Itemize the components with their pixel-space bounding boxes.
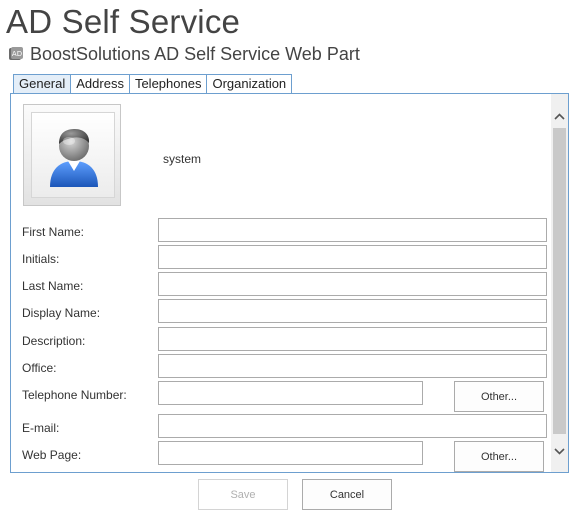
first-name-label: First Name: (22, 225, 85, 239)
general-panel: system First Name: Initials: Last Name: … (10, 93, 569, 473)
cancel-button[interactable]: Cancel (302, 479, 392, 510)
app-title: AD Self Service (6, 3, 241, 40)
last-name-field[interactable] (158, 272, 547, 296)
web-page-other-button[interactable]: Other... (454, 441, 544, 472)
description-label: Description: (22, 334, 86, 348)
office-field[interactable] (158, 354, 547, 378)
vertical-scrollbar[interactable] (551, 94, 568, 472)
web-page-field[interactable] (158, 441, 423, 465)
user-avatar-icon (50, 129, 98, 187)
webpart-header: AD BoostSolutions AD Self Service Web Pa… (8, 44, 360, 64)
last-name-label: Last Name: (22, 279, 84, 293)
initials-field[interactable] (158, 245, 547, 269)
office-label: Office: (22, 361, 57, 375)
save-button[interactable]: Save (198, 479, 288, 510)
email-label: E-mail: (22, 421, 60, 435)
scroll-thumb[interactable] (553, 128, 566, 434)
tab-organization[interactable]: Organization (207, 74, 293, 94)
webpart-title: BoostSolutions AD Self Service Web Part (30, 43, 360, 64)
telephone-number-field[interactable] (158, 381, 423, 405)
scroll-down-icon[interactable] (551, 443, 568, 460)
tab-general[interactable]: General (13, 74, 72, 94)
user-avatar (23, 104, 121, 206)
display-name-label: Display Name: (22, 306, 101, 320)
web-page-label: Web Page: (22, 448, 82, 462)
tab-address[interactable]: Address (71, 74, 130, 94)
tab-strip: General Address Telephones Organization (13, 74, 293, 94)
user-name: system (163, 152, 202, 166)
first-name-field[interactable] (158, 218, 547, 242)
scroll-up-icon[interactable] (551, 108, 568, 125)
svg-text:AD: AD (12, 50, 22, 58)
initials-label: Initials: (22, 252, 60, 266)
ad-webpart-icon: AD (8, 46, 24, 62)
email-field[interactable] (158, 414, 547, 438)
telephone-number-label: Telephone Number: (22, 388, 127, 402)
tab-telephones[interactable]: Telephones (129, 74, 208, 94)
avatar-frame (31, 112, 115, 198)
telephone-other-button[interactable]: Other... (454, 381, 544, 412)
display-name-field[interactable] (158, 299, 547, 323)
description-field[interactable] (158, 327, 547, 351)
